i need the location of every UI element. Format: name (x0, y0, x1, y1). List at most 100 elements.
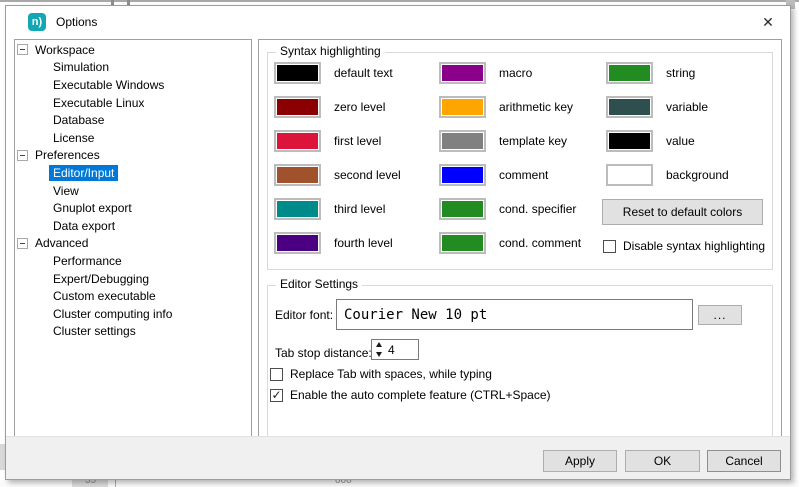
tab-stop-spinner[interactable]: 4 (371, 339, 419, 360)
background-window-edge (0, 0, 799, 2)
color-swatch-cond-specifier[interactable] (439, 198, 486, 220)
options-tree[interactable]: WorkspaceSimulationExecutable WindowsExe… (14, 39, 252, 437)
swatch-row-third-level: third level (274, 192, 401, 226)
color-swatch-fourth-level[interactable] (274, 232, 321, 254)
swatch-label: fourth level (334, 236, 393, 250)
color-swatch-template-key[interactable] (439, 130, 486, 152)
tab-stop-distance-label: Tab stop distance: (275, 346, 372, 360)
spinner-buttons[interactable] (372, 340, 385, 359)
color-swatch-first-level[interactable] (274, 130, 321, 152)
swatch-label: first level (334, 134, 381, 148)
editor-font-label: Editor font: (275, 308, 333, 322)
swatch-color-fill (277, 167, 318, 183)
color-swatch-third-level[interactable] (274, 198, 321, 220)
tree-item-simulation[interactable]: Simulation (15, 59, 251, 77)
swatch-row-zero-level: zero level (274, 90, 401, 124)
disable-syntax-highlighting-label: Disable syntax highlighting (623, 239, 765, 253)
background-table-strip: 35 000 (0, 480, 799, 487)
auto-complete-row: ✓ Enable the auto complete feature (CTRL… (270, 388, 550, 402)
swatch-label: value (666, 134, 695, 148)
cancel-button[interactable]: Cancel (707, 450, 781, 472)
swatch-label: cond. comment (499, 236, 581, 250)
color-swatch-cond-comment[interactable] (439, 232, 486, 254)
swatch-col-3: stringvariablevaluebackground (606, 56, 729, 192)
minus-glyph (20, 243, 25, 244)
tree-item-data-export[interactable]: Data export (15, 217, 251, 235)
swatch-label: template key (499, 134, 567, 148)
tree-item-performance[interactable]: Performance (15, 252, 251, 270)
collapse-minus-icon[interactable] (17, 150, 28, 161)
tree-item-label: Custom executable (49, 288, 160, 304)
auto-complete-checkbox[interactable]: ✓ (270, 389, 283, 402)
swatch-col-2: macro arithmetic key template key comment co… (439, 56, 581, 260)
apply-button[interactable]: Apply (543, 450, 617, 472)
tree-item-view[interactable]: View (15, 182, 251, 200)
reset-default-colors-button[interactable]: Reset to default colors (602, 199, 763, 225)
tree-item-label: Gnuplot export (49, 200, 136, 216)
swatch-color-fill (442, 201, 483, 217)
color-swatch-comment[interactable] (439, 164, 486, 186)
color-swatch-zero-level[interactable] (274, 96, 321, 118)
swatch-row-arithmetic-key: arithmetic key (439, 90, 581, 124)
tree-item-expert-debugging[interactable]: Expert/Debugging (15, 270, 251, 288)
swatch-row-first-level: first level (274, 124, 401, 158)
group-title: Editor Settings (276, 277, 362, 291)
swatch-row-template-key: template key (439, 124, 581, 158)
tree-item-label: Executable Linux (49, 95, 148, 111)
close-icon[interactable]: ✕ (752, 8, 784, 36)
editor-font-field[interactable]: Courier New 10 pt (336, 299, 693, 330)
color-swatch-background[interactable] (606, 164, 653, 186)
tree-item-label: View (49, 183, 83, 199)
swatch-label: macro (499, 66, 532, 80)
tree-item-custom-executable[interactable]: Custom executable (15, 287, 251, 305)
tree-item-cluster-settings[interactable]: Cluster settings (15, 323, 251, 341)
title-bar[interactable]: n) Options ✕ (6, 6, 790, 38)
swatch-color-fill (609, 65, 650, 81)
tree-item-cluster-computing-info[interactable]: Cluster computing info (15, 305, 251, 323)
swatch-label: cond. specifier (499, 202, 576, 216)
tree-item-label: Preferences (31, 147, 104, 163)
swatch-color-fill (442, 65, 483, 81)
tree-item-license[interactable]: License (15, 129, 251, 147)
color-swatch-string[interactable] (606, 62, 653, 84)
collapse-minus-icon[interactable] (17, 238, 28, 249)
tree-item-label: License (49, 130, 98, 146)
tree-item-database[interactable]: Database (15, 111, 251, 129)
tree-item-executable-linux[interactable]: Executable Linux (15, 94, 251, 112)
tree-item-preferences[interactable]: Preferences (15, 147, 251, 165)
color-swatch-default-text[interactable] (274, 62, 321, 84)
swatch-row-cond-comment: cond. comment (439, 226, 581, 260)
color-swatch-value[interactable] (606, 130, 653, 152)
swatch-row-cond-specifier: cond. specifier (439, 192, 581, 226)
ok-button[interactable]: OK (625, 450, 700, 472)
disable-syntax-highlighting-checkbox[interactable] (603, 240, 616, 253)
tree-item-workspace[interactable]: Workspace (15, 41, 251, 59)
swatch-label: second level (334, 168, 401, 182)
options-dialog: n) Options ✕ WorkspaceSimulationExecutab… (5, 5, 791, 480)
color-swatch-variable[interactable] (606, 96, 653, 118)
tree-item-label: Performance (49, 253, 126, 269)
color-swatch-arithmetic-key[interactable] (439, 96, 486, 118)
tree-item-gnuplot-export[interactable]: Gnuplot export (15, 199, 251, 217)
color-swatch-second-level[interactable] (274, 164, 321, 186)
tree-item-advanced[interactable]: Advanced (15, 235, 251, 253)
swatch-color-fill (277, 65, 318, 81)
collapse-minus-icon[interactable] (17, 44, 28, 55)
font-browse-button[interactable]: ... (698, 305, 742, 325)
spin-up-icon[interactable] (376, 342, 382, 347)
tree-item-label: Editor/Input (49, 165, 118, 181)
editor-settings-group: Editor Settings Editor font: Courier New… (267, 285, 773, 437)
disable-syntax-highlighting-row: Disable syntax highlighting (603, 239, 765, 253)
tree-item-label: Data export (49, 218, 119, 234)
tree-item-editor-input[interactable]: Editor/Input (15, 164, 251, 182)
spin-down-icon[interactable] (376, 352, 382, 357)
replace-tab-checkbox[interactable] (270, 368, 283, 381)
color-swatch-macro[interactable] (439, 62, 486, 84)
background-gridline (115, 480, 116, 487)
tree-item-executable-windows[interactable]: Executable Windows (15, 76, 251, 94)
swatch-row-string: string (606, 56, 729, 90)
tab-stop-value[interactable]: 4 (385, 340, 418, 359)
swatch-color-fill (442, 235, 483, 251)
swatch-label: comment (499, 168, 548, 182)
tree-item-label: Expert/Debugging (49, 271, 153, 287)
